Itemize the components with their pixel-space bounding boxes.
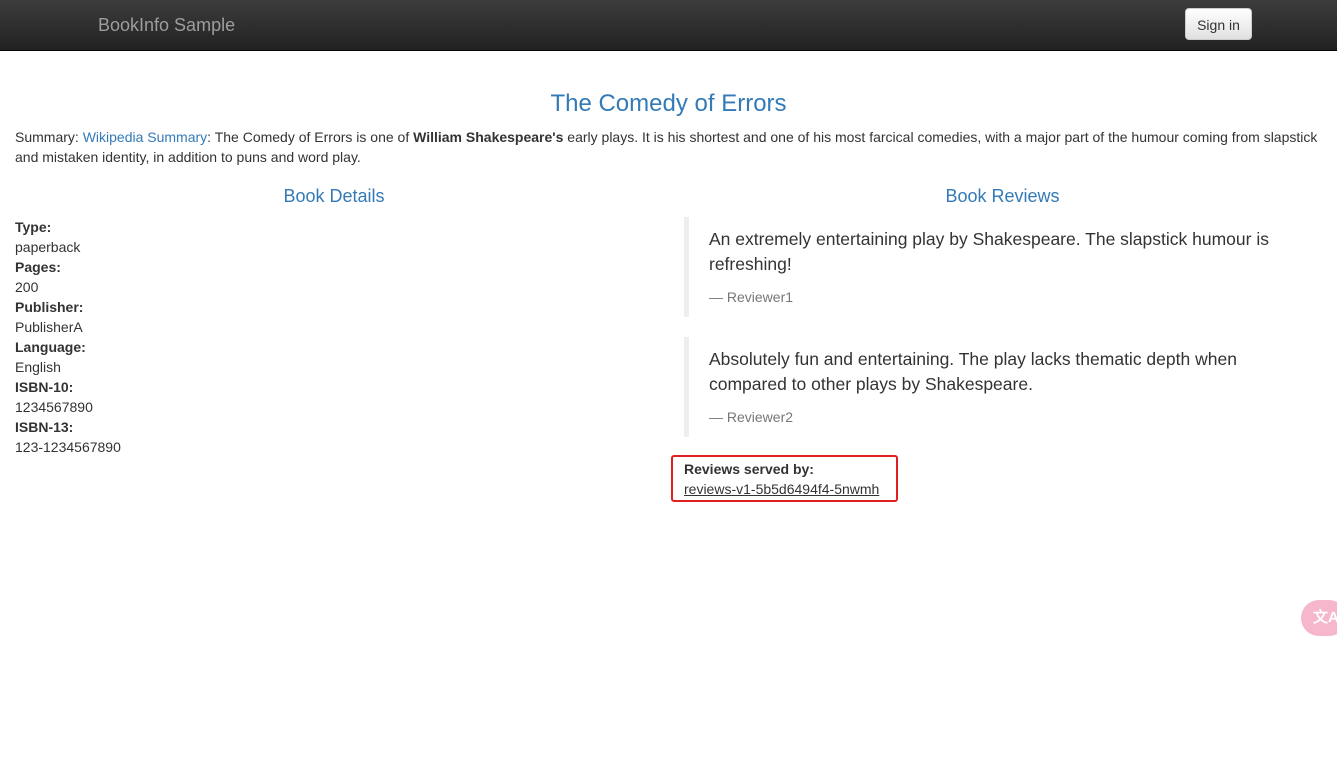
book-summary: Summary: Wikipedia Summary: The Comedy o… [15, 127, 1325, 167]
sign-in-button[interactable]: Sign in [1185, 8, 1252, 40]
reviews-served-by-pod-link[interactable]: reviews-v1-5b5d6494f4-5nwmh [684, 480, 879, 498]
wikipedia-summary-link[interactable]: Wikipedia Summary [83, 129, 207, 145]
reviews-served-by-box: Reviews served by: reviews-v1-5b5d6494f4… [671, 455, 898, 502]
summary-text-1: : The Comedy of Errors is one of [207, 129, 414, 145]
detail-value-language: English [15, 359, 61, 375]
detail-label-language: Language: [15, 339, 86, 355]
review-1: An extremely entertaining play by Shakes… [684, 217, 1304, 317]
review-1-reviewer: — Reviewer1 [709, 289, 794, 305]
review-1-text: An extremely entertaining play by Shakes… [709, 229, 1269, 274]
book-reviews-heading: Book Reviews [945, 186, 1060, 206]
review-2: Absolutely fun and entertaining. The pla… [684, 337, 1304, 437]
navbar: BookInfo Sample Sign in [0, 0, 1337, 51]
detail-label-pages: Pages: [15, 259, 61, 275]
detail-value-isbn13: 123-1234567890 [15, 439, 121, 455]
detail-label-isbn10: ISBN-10: [15, 379, 74, 395]
navbar-brand[interactable]: BookInfo Sample [98, 14, 235, 36]
book-details-list: Type: paperback Pages: 200 Publisher: Pu… [15, 217, 655, 457]
summary-prefix: Summary: [15, 129, 83, 145]
detail-label-isbn13: ISBN-13: [15, 419, 74, 435]
detail-value-type: paperback [15, 239, 81, 255]
detail-label-type: Type: [15, 219, 52, 235]
detail-value-pages: 200 [15, 279, 39, 295]
summary-author: William Shakespeare's [413, 129, 564, 145]
review-2-reviewer: — Reviewer2 [709, 409, 794, 425]
reviews-served-by-label: Reviews served by: [684, 461, 814, 477]
detail-label-publisher: Publisher: [15, 299, 84, 315]
review-2-text: Absolutely fun and entertaining. The pla… [709, 349, 1237, 394]
book-details-heading: Book Details [283, 186, 385, 206]
detail-value-isbn10: 1234567890 [15, 399, 93, 415]
detail-value-publisher: PublisherA [15, 319, 83, 335]
book-title: The Comedy of Errors [550, 90, 787, 117]
translate-icon[interactable]: 文A [1301, 600, 1337, 636]
